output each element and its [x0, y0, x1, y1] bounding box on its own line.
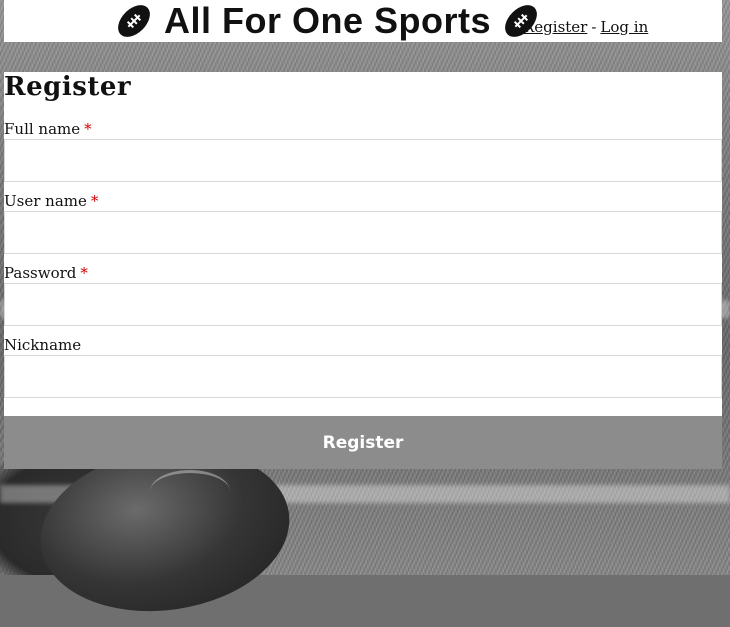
logo-text: All For One Sports	[164, 0, 492, 41]
required-marker: *	[80, 264, 88, 282]
user-name-input[interactable]	[4, 211, 722, 254]
page-title: Register	[4, 72, 132, 102]
football-laces	[150, 470, 230, 513]
required-marker: *	[84, 120, 92, 138]
full-name-label: Full name *	[4, 120, 92, 138]
nickname-label: Nickname	[4, 336, 81, 354]
required-marker: *	[90, 192, 99, 210]
nickname-label-text: Nickname	[4, 336, 82, 354]
register-link[interactable]: Register	[523, 18, 587, 36]
football-icon	[118, 5, 150, 37]
link-separator: -	[591, 18, 597, 36]
user-name-label: User name *	[4, 192, 98, 210]
full-name-input[interactable]	[4, 139, 722, 182]
register-button[interactable]: Register	[4, 416, 722, 469]
register-form: Register Full name * User name * Password *…	[4, 72, 722, 469]
login-link[interactable]: Log in	[600, 18, 648, 36]
password-label: Password *	[4, 264, 88, 282]
full-name-label-text: Full name	[4, 120, 81, 138]
user-name-label-text: User name	[4, 192, 87, 210]
site-header: All For One Sports Register - Log in	[4, 0, 722, 42]
site-logo[interactable]: All For One Sports	[114, 0, 541, 42]
auth-links: Register - Log in	[523, 18, 648, 36]
password-label-text: Password	[4, 264, 77, 282]
nickname-input[interactable]	[4, 355, 722, 398]
password-input[interactable]	[4, 283, 722, 326]
